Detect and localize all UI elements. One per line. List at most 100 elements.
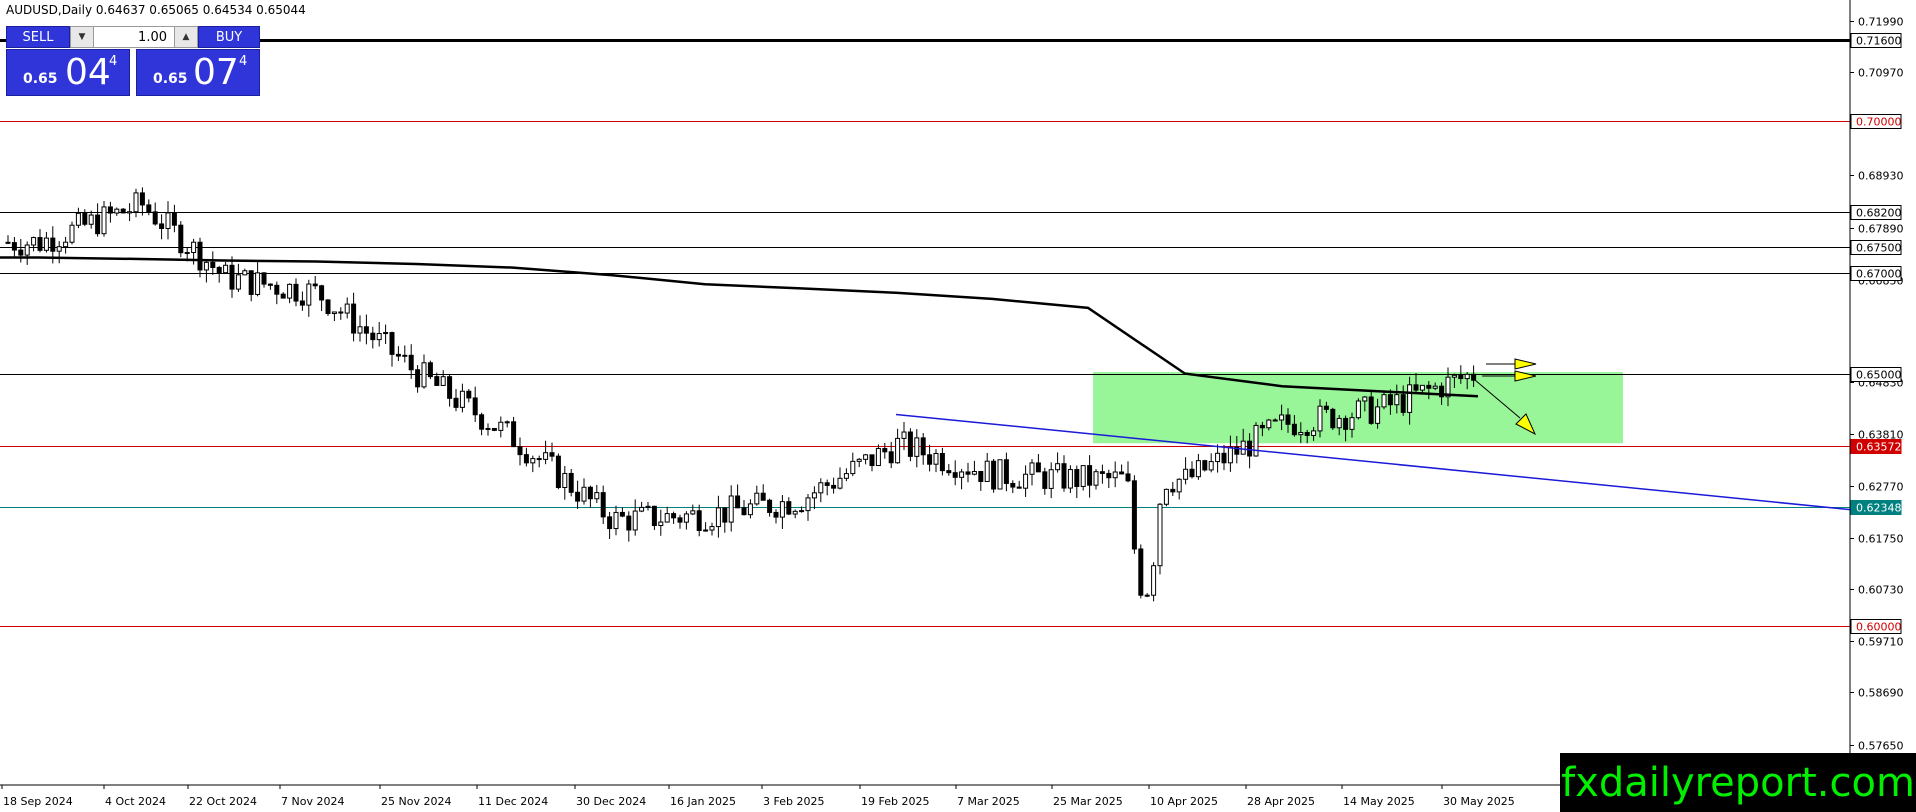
candle-body xyxy=(1144,594,1150,597)
candle-body xyxy=(1304,431,1310,436)
candle-body xyxy=(1394,394,1400,406)
candle-body xyxy=(1298,431,1304,436)
candle-body xyxy=(555,455,561,489)
time-tick-label: 25 Mar 2025 xyxy=(1053,795,1123,808)
candle-body xyxy=(952,472,958,478)
candle-body xyxy=(619,511,625,517)
candle-body xyxy=(664,513,670,523)
level-tag-text: 0.60000 xyxy=(1856,621,1902,634)
candle-body xyxy=(1330,408,1336,429)
candle-body xyxy=(600,492,606,518)
lot-size-stepper[interactable]: ▼ 1.00 ▲ xyxy=(70,26,198,48)
candle-body xyxy=(338,311,344,314)
level-tag-text: 0.67000 xyxy=(1856,268,1902,281)
candle-body xyxy=(376,333,382,341)
candle-body xyxy=(843,473,849,479)
candle-body xyxy=(543,452,549,460)
candle-body xyxy=(415,369,421,388)
candle-body xyxy=(1048,469,1054,489)
candle-body xyxy=(1157,503,1163,567)
sell-price-box[interactable]: 0.65 04 4 xyxy=(6,49,130,96)
candle-body xyxy=(479,414,485,430)
candle-body xyxy=(1163,488,1169,505)
candle-body xyxy=(1375,406,1381,424)
level-tag-text: 0.62348 xyxy=(1856,502,1902,515)
price-tick-label: 0.58690 xyxy=(1858,687,1904,700)
level-tag-text: 0.63572 xyxy=(1856,441,1902,454)
candle-body xyxy=(613,511,619,530)
candle-body xyxy=(805,497,811,512)
candle-body xyxy=(1106,472,1112,479)
candle-body xyxy=(69,224,75,243)
candle-body xyxy=(971,470,977,475)
candle-body xyxy=(498,421,504,431)
candle-body xyxy=(255,272,261,295)
candle-body xyxy=(1451,374,1457,378)
buy-price-prefix: 0.65 xyxy=(153,71,188,87)
level-tag-text: 0.67500 xyxy=(1856,242,1902,255)
candle-body xyxy=(1189,468,1195,478)
candle-body xyxy=(504,421,510,424)
candle-body xyxy=(1195,460,1201,478)
candle-body xyxy=(523,454,529,464)
candle-body xyxy=(1221,452,1227,464)
candle-body xyxy=(632,510,638,531)
candle-body xyxy=(178,224,184,254)
candle-body xyxy=(203,261,209,271)
time-tick-label: 3 Feb 2025 xyxy=(763,795,824,808)
time-tick-label: 18 Sep 2024 xyxy=(3,795,73,808)
candle-body xyxy=(434,376,440,386)
candle-body xyxy=(1272,419,1278,422)
candle-body xyxy=(242,270,248,276)
price-tick-label: 0.67890 xyxy=(1858,223,1904,236)
candle-body xyxy=(1093,471,1099,486)
candle-body xyxy=(581,486,587,502)
candle-body xyxy=(651,505,657,527)
lot-decrease-icon[interactable]: ▼ xyxy=(71,27,94,47)
candle-body xyxy=(1426,384,1432,389)
candle-body xyxy=(1016,486,1022,489)
candle-body xyxy=(1343,417,1349,430)
candle-body xyxy=(319,285,325,301)
candle-body xyxy=(1074,469,1080,487)
sell-button[interactable]: SELL xyxy=(6,26,70,48)
candle-body xyxy=(1183,468,1189,480)
candle-body xyxy=(837,477,843,489)
candle-body xyxy=(293,283,299,302)
candle-body xyxy=(965,471,971,475)
candle-body xyxy=(1170,488,1176,493)
candle-body xyxy=(677,517,683,523)
candle-body xyxy=(645,505,651,508)
chart-title: AUDUSD,Daily 0.64637 0.65065 0.64534 0.6… xyxy=(6,3,306,17)
price-tick-label: 0.59710 xyxy=(1858,636,1904,649)
candle-body xyxy=(139,192,145,206)
lot-size-input[interactable]: 1.00 xyxy=(93,27,175,47)
time-tick-label: 14 May 2025 xyxy=(1343,795,1415,808)
price-tick-label: 0.57650 xyxy=(1858,740,1904,753)
candle-body xyxy=(856,458,862,462)
candle-body xyxy=(754,492,760,505)
lot-increase-icon[interactable]: ▲ xyxy=(174,27,197,47)
candle-body xyxy=(146,204,152,213)
price-chart[interactable]: 0.719900.709700.689300.678900.668500.648… xyxy=(0,0,1916,812)
price-tick-label: 0.70970 xyxy=(1858,67,1904,80)
candle-body xyxy=(696,510,702,531)
candle-body xyxy=(875,448,881,467)
candle-body xyxy=(1259,424,1265,429)
candle-body xyxy=(56,246,62,252)
candle-body xyxy=(991,460,997,490)
candle-body xyxy=(658,521,664,527)
buy-button[interactable]: BUY xyxy=(198,26,260,48)
candle-body xyxy=(907,431,913,457)
time-tick-label: 4 Oct 2024 xyxy=(105,795,166,808)
price-tick-label: 0.60730 xyxy=(1858,584,1904,597)
buy-price-box[interactable]: 0.65 07 4 xyxy=(136,49,260,96)
candle-body xyxy=(1087,465,1093,486)
time-tick-label: 16 Jan 2025 xyxy=(670,795,736,808)
candle-body xyxy=(1387,394,1393,406)
candle-body xyxy=(1080,465,1086,487)
candle-body xyxy=(363,326,369,334)
candle-body xyxy=(517,446,523,456)
candle-body xyxy=(1138,548,1144,596)
candle-body xyxy=(760,492,766,501)
